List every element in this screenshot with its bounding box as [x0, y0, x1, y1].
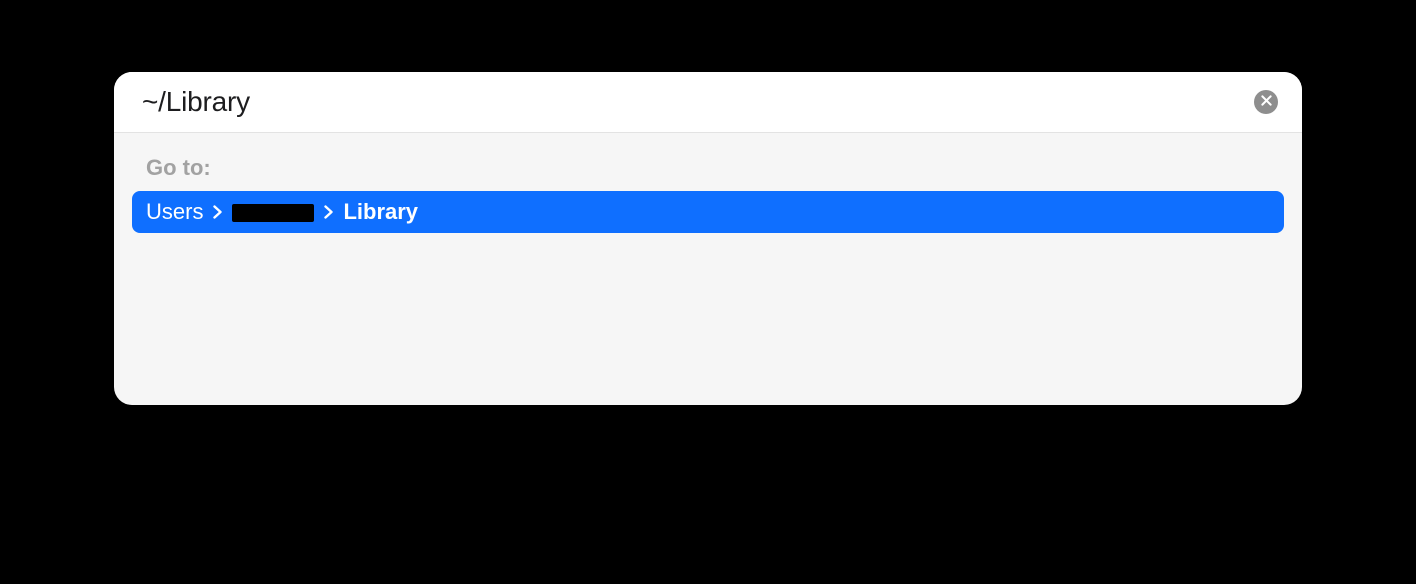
- go-to-folder-dialog: Go to: Users Library: [114, 72, 1302, 405]
- clear-button[interactable]: [1254, 90, 1278, 114]
- breadcrumb-segment-redacted: [232, 204, 314, 222]
- goto-label: Go to:: [146, 155, 1284, 181]
- breadcrumb-segment: Users: [146, 199, 203, 225]
- chevron-right-icon: [213, 205, 222, 219]
- breadcrumb-segment: Library: [343, 199, 418, 225]
- results-area: Go to: Users Library: [114, 133, 1302, 405]
- path-input[interactable]: [142, 86, 1242, 118]
- path-input-row: [114, 72, 1302, 133]
- close-icon: [1261, 93, 1272, 111]
- chevron-right-icon: [324, 205, 333, 219]
- path-result-row[interactable]: Users Library: [132, 191, 1284, 233]
